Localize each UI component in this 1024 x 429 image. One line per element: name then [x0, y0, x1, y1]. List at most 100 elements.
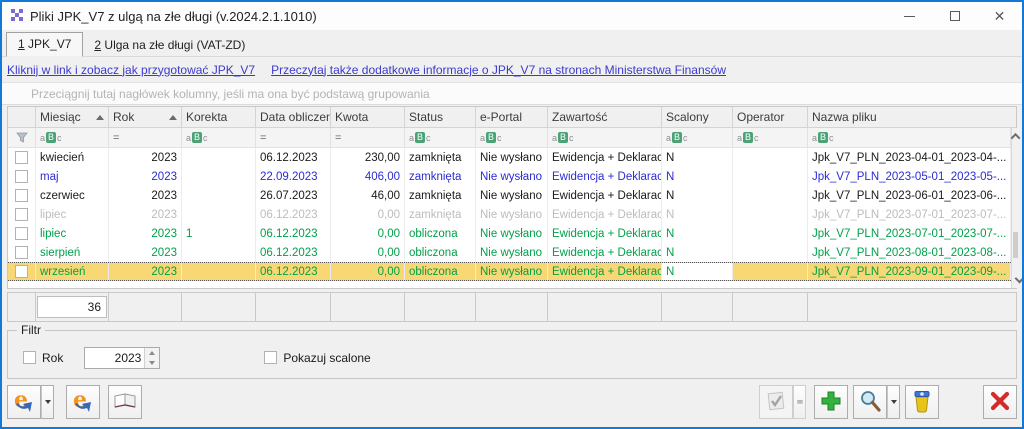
maximize-button[interactable]	[932, 2, 977, 30]
filter-cell-year[interactable]: =	[109, 128, 182, 147]
filter-cell-eportal[interactable]: aBc	[476, 128, 548, 147]
rok-checkbox[interactable]	[23, 351, 36, 364]
scroll-thumb[interactable]	[1013, 232, 1018, 258]
scroll-down-button[interactable]	[1012, 144, 1019, 160]
filter-cell-content[interactable]: aBc	[548, 128, 662, 147]
link-prepare-jpk[interactable]: Kliknij w link i zobacz jak przygotować …	[7, 63, 255, 77]
cell-content: Ewidencja + Deklaracja	[548, 167, 662, 186]
spinner-down-icon	[149, 361, 155, 365]
close-window-button[interactable]	[983, 385, 1017, 419]
pokazuj-scalone-checkbox[interactable]	[264, 351, 277, 364]
cell-merged: N	[662, 186, 733, 205]
maximize-icon	[950, 11, 960, 21]
cell-content: Ewidencja + Deklaracja	[548, 205, 662, 224]
view-dropdown[interactable]	[887, 385, 900, 419]
column-header-year[interactable]: Rok	[109, 107, 182, 127]
table-row[interactable]: wrzesień202306.12.20230,00obliczonaNie w…	[8, 262, 1011, 281]
filter-cell-filename[interactable]: aBc	[808, 128, 1011, 147]
cell-month: kwiecień	[36, 148, 109, 167]
row-checkbox[interactable]	[15, 227, 28, 240]
cell-filename: Jpk_V7_PLN_2023-08-01_2023-08-...	[808, 243, 1011, 262]
add-button[interactable]	[814, 385, 848, 419]
table-row[interactable]: czerwiec202326.07.202346,00zamkniętaNie …	[8, 186, 1011, 205]
cell-operator	[733, 224, 808, 243]
vertical-scrollbar[interactable]	[1011, 128, 1019, 288]
column-header-month[interactable]: Miesiąc	[36, 107, 109, 127]
summary-cell-status	[405, 293, 476, 321]
ledger-book-button[interactable]	[108, 385, 142, 419]
rows-count-field[interactable]: 36	[37, 296, 107, 318]
filter-cell-operator[interactable]: aBc	[733, 128, 808, 147]
abc-filter-icon: c	[497, 133, 502, 143]
minimize-button[interactable]	[887, 2, 932, 30]
table-row[interactable]: lipiec202306.12.20230,00zamkniętaNie wys…	[8, 205, 1011, 224]
approve-check-icon	[765, 390, 787, 415]
row-checkbox[interactable]	[15, 265, 28, 278]
cell-status: zamknięta	[405, 205, 476, 224]
cell-operator	[733, 263, 808, 280]
edeklaracje-send-dropdown[interactable]	[41, 385, 54, 419]
column-header-eportal[interactable]: e-Portal	[476, 107, 548, 127]
pokazuj-scalone-label: Pokazuj scalone	[283, 351, 370, 365]
group-by-hint: Przeciągnij tutaj nagłówek kolumny, jeśl…	[31, 87, 430, 101]
filter-cell-month[interactable]: aBc	[36, 128, 109, 147]
table-row[interactable]: lipiec2023106.12.20230,00obliczonaNie wy…	[8, 224, 1011, 243]
spinner-down-button[interactable]	[145, 358, 159, 368]
link-ministry-info[interactable]: Przeczytaj także dodatkowe informacje o …	[271, 63, 726, 77]
row-select-cell	[8, 148, 36, 167]
column-header-content[interactable]: Zawartość	[548, 107, 662, 127]
column-header-operator[interactable]: Operator	[733, 107, 808, 127]
table-row[interactable]: sierpień202306.12.20230,00obliczonaNie w…	[8, 243, 1011, 262]
column-header-filename[interactable]: Nazwa pliku	[808, 107, 1016, 127]
grid-filter-row: aBc=aBc==aBcaBcaBcaBcaBcaBc	[8, 128, 1011, 148]
row-checkbox[interactable]	[15, 151, 28, 164]
scroll-up-icon	[1011, 132, 1021, 142]
delete-button[interactable]	[905, 385, 939, 419]
view-button[interactable]	[853, 385, 887, 419]
cell-year: 2023	[109, 224, 182, 243]
row-checkbox[interactable]	[15, 170, 28, 183]
cell-month: czerwiec	[36, 186, 109, 205]
filter-panel: Filtr Rok 2023 Pokazuj scalone	[7, 330, 1017, 379]
close-button[interactable]: ✕	[977, 2, 1022, 30]
cell-correction	[182, 186, 256, 205]
column-header-amount[interactable]: Kwota	[331, 107, 405, 127]
approve-button	[759, 385, 793, 419]
column-header-status[interactable]: Status	[405, 107, 476, 127]
cell-status: obliczona	[405, 263, 476, 280]
summary-cell-eportal	[476, 293, 548, 321]
row-checkbox[interactable]	[15, 189, 28, 202]
rok-spinner[interactable]: 2023	[84, 347, 160, 369]
filter-cell-amount[interactable]: =	[331, 128, 405, 147]
trash-icon	[911, 389, 933, 416]
plus-icon	[819, 389, 843, 416]
cell-calc_date: 26.07.2023	[256, 186, 331, 205]
row-checkbox[interactable]	[15, 246, 28, 259]
filter-cell-calc_date[interactable]: =	[256, 128, 331, 147]
spinner-up-button[interactable]	[145, 348, 159, 358]
cell-amount: 0,00	[331, 243, 405, 262]
filter-funnel-cell[interactable]	[8, 128, 36, 147]
filter-cell-correction[interactable]: aBc	[182, 128, 256, 147]
column-header-correction[interactable]: Korekta	[182, 107, 256, 127]
table-row[interactable]: maj202322.09.2023406,00zamkniętaNie wysł…	[8, 167, 1011, 186]
table-row[interactable]: kwiecień202306.12.2023230,00zamkniętaNie…	[8, 148, 1011, 167]
equals-filter-icon: =	[113, 132, 119, 144]
tab-ulga-vat-zd[interactable]: 2 Ulga na złe długi (VAT-ZD)	[83, 34, 256, 57]
rok-spinner-value[interactable]: 2023	[85, 348, 144, 368]
abc-filter-icon: c	[203, 133, 208, 143]
scroll-up-button[interactable]	[1012, 128, 1019, 144]
row-checkbox[interactable]	[15, 208, 28, 221]
row-select-cell	[8, 186, 36, 205]
cell-month: maj	[36, 167, 109, 186]
column-header-merged[interactable]: Scalony	[662, 107, 733, 127]
column-header-calc_date[interactable]: Data obliczenia	[256, 107, 331, 127]
edeklaracje-send-button[interactable]: e	[7, 385, 41, 419]
edeklaracje-export-button[interactable]: e	[66, 385, 100, 419]
filter-cell-status[interactable]: aBc	[405, 128, 476, 147]
cell-content: Ewidencja + Deklaracja	[548, 224, 662, 243]
filter-cell-merged[interactable]: aBc	[662, 128, 733, 147]
cell-content: Ewidencja + Deklaracja	[548, 148, 662, 167]
grid-summary-row: 36	[7, 292, 1017, 322]
tab-jpk-v7[interactable]: 1 JPK_V7	[6, 32, 83, 57]
